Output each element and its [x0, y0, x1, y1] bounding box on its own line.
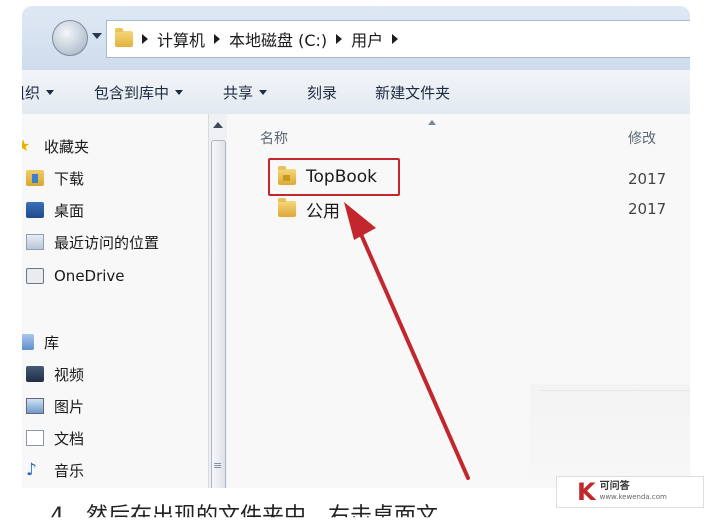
- watermark-logo: K 可问答 www.kewenda.com: [556, 476, 704, 508]
- watermark-name: 可问答: [599, 481, 630, 492]
- nav-item-label: OneDrive: [54, 267, 125, 285]
- nav-item-onedrive[interactable]: OneDrive: [26, 264, 125, 288]
- file-name: 公用: [306, 201, 340, 222]
- nav-item-label: 音乐: [54, 461, 85, 480]
- nav-item-label: 视频: [54, 365, 85, 384]
- file-row-topbook[interactable]: TopBook: [278, 164, 377, 190]
- watermark-url: www.kewenda.com: [599, 493, 667, 501]
- new-folder-button[interactable]: 新建文件夹: [375, 82, 450, 103]
- scrollbar-thumb[interactable]: [211, 140, 226, 502]
- nav-item-label: 下载: [54, 169, 85, 188]
- picture-icon: [26, 398, 44, 414]
- nav-favorites[interactable]: ★ 收藏夹: [22, 134, 89, 158]
- chevron-right-icon[interactable]: [214, 34, 221, 44]
- sort-ascending-icon: [428, 120, 436, 125]
- caption-text: 4、然后在出现的文件夹中，右击桌面文: [50, 504, 438, 529]
- grip-icon: ≡: [213, 459, 223, 472]
- video-icon: [26, 366, 44, 382]
- address-bar: 计算机 本地磁盘 (C:) 用户: [22, 6, 690, 70]
- chevron-right-icon[interactable]: [392, 34, 399, 44]
- organize-label: 组织: [22, 83, 41, 102]
- include-in-library-button[interactable]: 包含到库中: [94, 82, 184, 103]
- watermark-text: 可问答 www.kewenda.com: [600, 481, 667, 503]
- share-label: 共享: [223, 83, 254, 102]
- breadcrumb-computer[interactable]: 计算机: [157, 27, 205, 51]
- folder-icon: [115, 28, 133, 47]
- star-icon: ★: [22, 136, 31, 155]
- new-folder-label: 新建文件夹: [375, 83, 451, 102]
- burn-button[interactable]: 刻录: [307, 82, 337, 103]
- library-icon: [22, 334, 34, 350]
- file-date: 2017: [628, 170, 667, 188]
- onedrive-icon: [26, 268, 44, 284]
- scroll-up-icon[interactable]: [213, 122, 223, 128]
- nav-item-videos[interactable]: 视频: [26, 362, 84, 386]
- caret-down-icon: [46, 89, 55, 95]
- music-icon: ♪: [26, 460, 37, 480]
- locked-folder-icon: [278, 166, 296, 185]
- document-icon: [26, 430, 44, 446]
- recent-places-icon: [26, 234, 44, 250]
- caret-down-icon: [259, 89, 268, 95]
- nav-item-label: 桌面: [54, 201, 85, 220]
- nav-item-pictures[interactable]: 图片: [26, 394, 84, 418]
- downloads-folder-icon: [26, 170, 44, 186]
- column-header-name[interactable]: 名称: [260, 128, 288, 148]
- nav-item-label: 文档: [54, 429, 85, 448]
- breadcrumb-local-disk[interactable]: 本地磁盘 (C:): [229, 27, 327, 51]
- organize-button[interactable]: 组织: [22, 82, 55, 103]
- folder-icon: [278, 198, 296, 217]
- file-name: TopBook: [306, 167, 377, 187]
- nav-item-music[interactable]: ♪ 音乐: [26, 458, 84, 482]
- nav-library-label: 库: [44, 333, 60, 352]
- nav-item-desktop[interactable]: 桌面: [26, 198, 84, 222]
- nav-item-recent-places[interactable]: 最近访问的位置: [26, 230, 159, 254]
- nav-item-downloads[interactable]: 下载: [26, 166, 84, 190]
- file-date: 2017: [628, 200, 667, 218]
- nav-item-label: 最近访问的位置: [54, 233, 160, 252]
- chevron-right-icon[interactable]: [336, 34, 343, 44]
- history-dropdown-icon[interactable]: [92, 33, 102, 39]
- include-in-library-label: 包含到库中: [94, 83, 170, 102]
- breadcrumb-users[interactable]: 用户: [351, 27, 383, 51]
- caret-down-icon: [175, 89, 184, 95]
- nav-item-label: 图片: [54, 397, 85, 416]
- column-header-date[interactable]: 修改: [628, 128, 656, 148]
- explorer-screenshot: 计算机 本地磁盘 (C:) 用户 组织 包含到库中 共享 刻录 新建文件夹: [22, 6, 690, 514]
- command-toolbar: 组织 包含到库中 共享 刻录 新建文件夹: [22, 70, 690, 115]
- desktop-icon: [26, 202, 44, 218]
- watermark-letter: K: [577, 478, 596, 506]
- nav-favorites-label: 收藏夹: [44, 137, 90, 156]
- nav-library[interactable]: 库: [22, 330, 59, 354]
- file-list: 名称 修改 TopBook 2017 公用 2017: [230, 114, 690, 514]
- chevron-right-icon[interactable]: [142, 34, 148, 44]
- burn-label: 刻录: [307, 83, 338, 102]
- back-button[interactable]: [52, 20, 88, 56]
- file-row-public[interactable]: 公用: [278, 196, 340, 222]
- share-button[interactable]: 共享: [223, 82, 268, 103]
- divider: [540, 390, 690, 391]
- nav-scrollbar[interactable]: ≡: [208, 114, 227, 514]
- navigation-pane: ★ 收藏夹 下载 桌面 最近访问的位置 OneDrive 库 视频 图片 文档 …: [22, 114, 230, 514]
- nav-item-documents[interactable]: 文档: [26, 426, 84, 450]
- breadcrumb[interactable]: 计算机 本地磁盘 (C:) 用户: [106, 20, 690, 58]
